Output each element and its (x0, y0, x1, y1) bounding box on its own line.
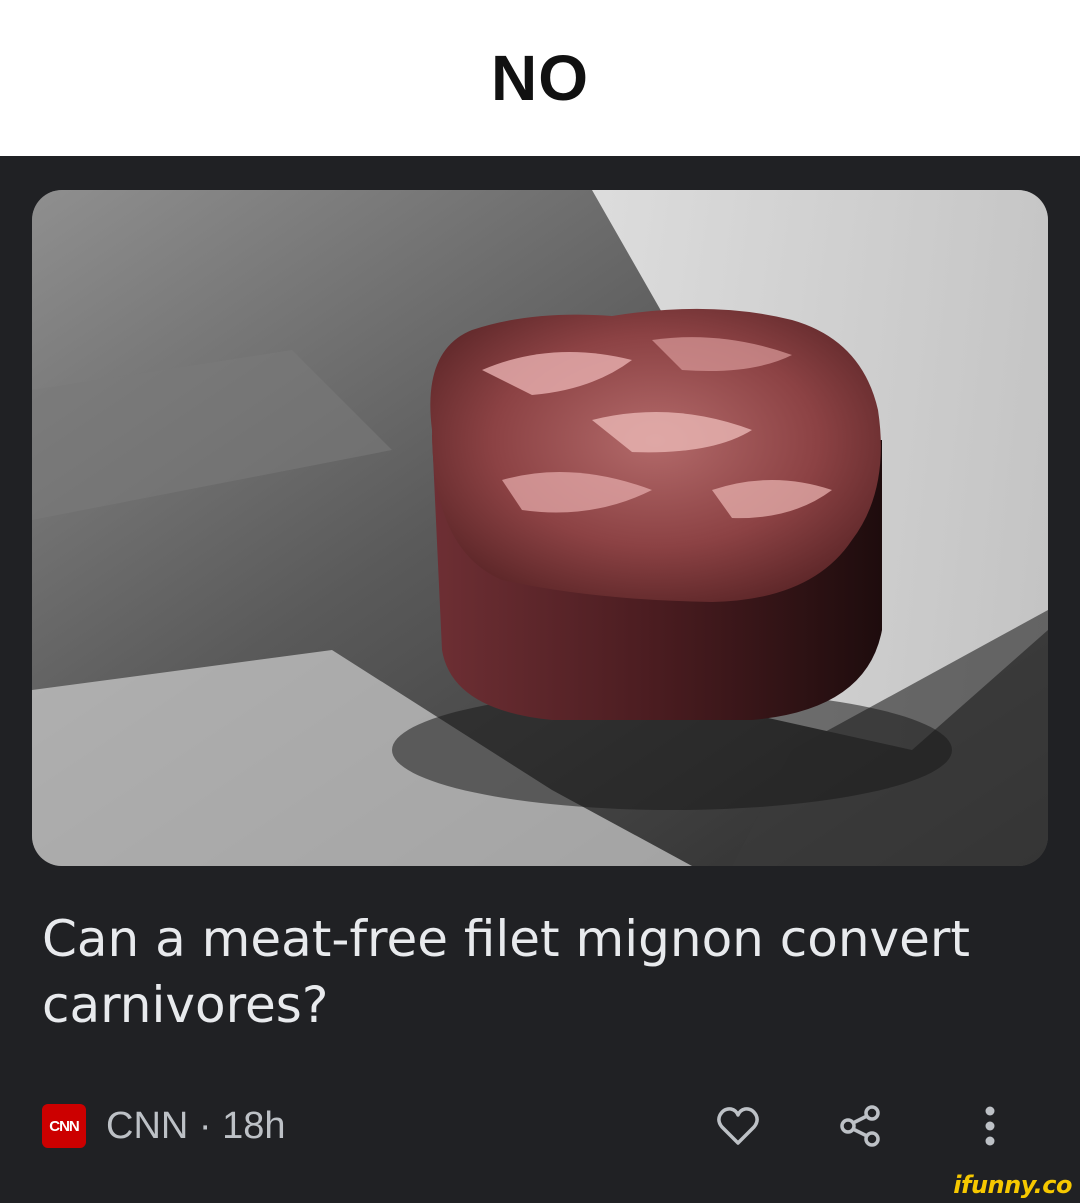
ifunny-watermark: ifunny.co (953, 1171, 1072, 1199)
meme-caption-text: NO (491, 42, 589, 114)
article-headline[interactable]: Can a meat-free filet mignon convert car… (42, 906, 1032, 1038)
heart-icon (717, 1107, 759, 1145)
more-vertical-icon (985, 1106, 995, 1146)
like-button[interactable] (708, 1096, 768, 1156)
more-options-button[interactable] (960, 1096, 1020, 1156)
article-meta-row: CNN CNN · 18h (42, 1104, 1042, 1148)
article-photo[interactable] (32, 190, 1048, 866)
cnn-logo-icon: CNN (42, 1104, 86, 1148)
meme-caption-bar: NO (0, 0, 1080, 156)
article-actions (708, 1104, 1020, 1148)
steak-photo-illustration (32, 190, 1048, 866)
share-button[interactable] (830, 1096, 890, 1156)
share-icon (840, 1105, 880, 1147)
source-and-time: CNN · 18h (106, 1104, 286, 1147)
news-card[interactable]: Can a meat-free filet mignon convert car… (0, 156, 1080, 1203)
